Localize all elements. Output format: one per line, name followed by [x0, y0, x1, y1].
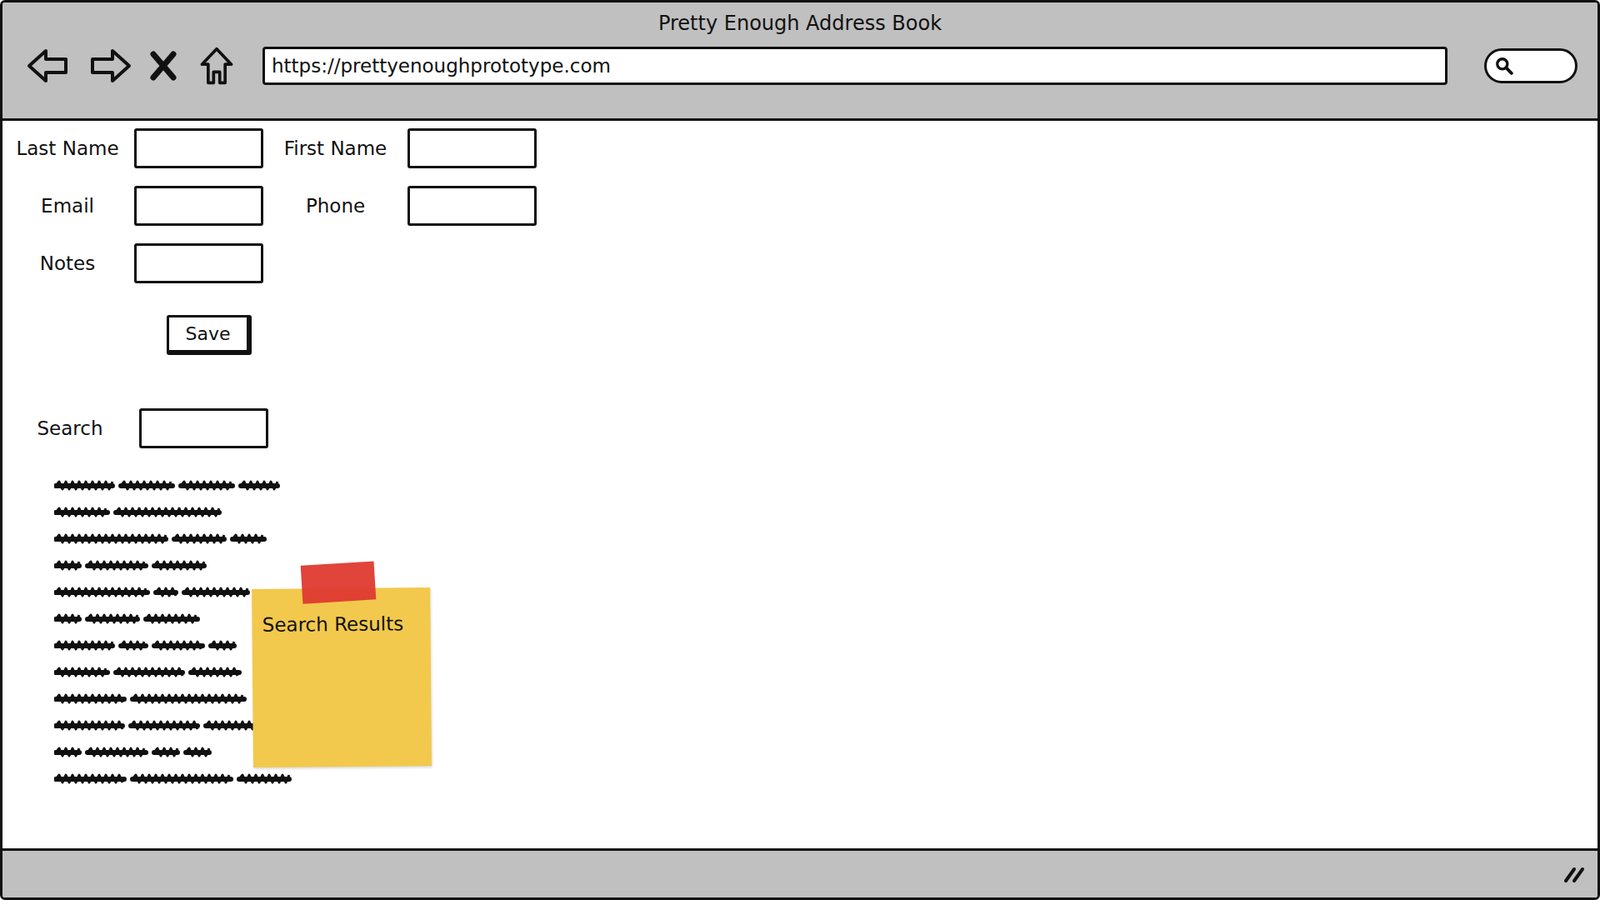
text-field[interactable] [134, 185, 264, 226]
contact-form: Last Name First Name Email Phone Notes [9, 128, 1598, 284]
resize-grip-icon[interactable] [1562, 864, 1588, 885]
browser-status-bar [2, 848, 1598, 898]
search-results: Search Results [54, 476, 305, 789]
magnifier-icon [1495, 56, 1514, 75]
text-field[interactable] [407, 128, 537, 169]
search-label: Search [9, 417, 131, 440]
page-content: Last Name First Name Email Phone Notes S… [2, 120, 1598, 849]
sticky-note-text: Search Results [251, 587, 431, 639]
placeholder-text-line [54, 770, 305, 789]
field-label: Notes [9, 252, 126, 275]
field-label: Last Name [9, 137, 126, 160]
text-field[interactable] [134, 128, 264, 169]
text-field[interactable] [407, 185, 537, 226]
sticky-tape [300, 560, 377, 604]
address-bar[interactable]: https://prettyenoughprototype.com [262, 46, 1448, 85]
search-row: Search [9, 355, 1598, 449]
placeholder-text-line [54, 503, 305, 522]
browser-titlebar: Pretty Enough Address Book https://prett… [2, 2, 1598, 121]
browser-search-field[interactable] [1484, 48, 1578, 84]
field-label: Email [9, 195, 126, 217]
search-field[interactable] [139, 408, 269, 449]
save-button[interactable]: Save [166, 315, 252, 355]
sticky-note: Search Results [251, 587, 432, 768]
field-label: Phone [271, 195, 400, 217]
placeholder-text-line [54, 476, 305, 495]
home-icon[interactable] [194, 45, 240, 86]
browser-window: Pretty Enough Address Book https://prett… [0, 0, 1600, 900]
field-label: First Name [271, 137, 400, 160]
stop-x-icon[interactable] [149, 45, 178, 86]
forward-arrow-icon[interactable] [87, 45, 133, 86]
browser-toolbar: https://prettyenoughprototype.com [2, 35, 1598, 86]
back-arrow-icon[interactable] [25, 45, 71, 86]
text-field[interactable] [134, 243, 264, 284]
placeholder-text-line [54, 530, 305, 549]
placeholder-text-line [54, 556, 305, 575]
window-title: Pretty Enough Address Book [2, 10, 1598, 36]
